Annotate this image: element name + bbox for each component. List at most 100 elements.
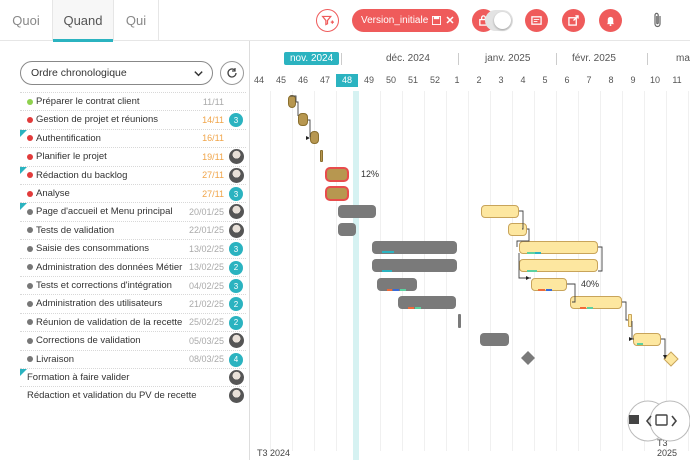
task-row[interactable]: Gestion de projet et réunions 14/11 3 [20, 110, 246, 128]
status-dot-icon [27, 282, 33, 289]
task-name: Préparer le contrat client [36, 96, 140, 107]
task-row[interactable]: Rédaction du backlog 27/11 [20, 165, 246, 184]
assignee-count-badge[interactable]: 3 [229, 242, 243, 257]
filter-icon [321, 15, 334, 26]
task-row[interactable]: Livraison 08/03/25 4 [20, 349, 246, 368]
tab-quand[interactable]: Quand [53, 0, 113, 42]
task-name: Administration des données Métier [36, 261, 183, 273]
map-icon [629, 415, 639, 424]
task-row[interactable]: Saisie des consommations 13/02/25 3 [20, 239, 246, 257]
notifications-button[interactable] [599, 9, 622, 32]
refresh-button[interactable] [220, 61, 244, 85]
top-bar: Quoi Quand Qui Version_initiale [0, 0, 690, 42]
task-row[interactable]: Rédaction et validation du PV de recette [20, 386, 246, 404]
comment-indicator-icon [20, 203, 27, 211]
task-row[interactable]: Page d'accueil et Menu principal 20/01/25 [20, 202, 246, 220]
milestones [521, 351, 679, 367]
task-due-date: 13/02/25 [188, 243, 224, 254]
tab-quoi[interactable]: Quoi [0, 0, 52, 41]
avatar[interactable] [229, 167, 244, 183]
task-due-date: 19/11 [202, 151, 224, 162]
status-dot-icon [27, 98, 33, 105]
dependency-arrows [290, 95, 666, 359]
assignee-count-badge[interactable]: 2 [229, 297, 243, 312]
task-name: Corrections de validation [36, 335, 141, 347]
task-row[interactable]: Préparer le contrat client 11/11 [20, 92, 246, 110]
card-icon [531, 16, 542, 25]
save-icon[interactable] [432, 16, 441, 25]
task-due-date: 22/01/25 [188, 225, 224, 236]
status-dot-icon [27, 172, 33, 179]
comment-indicator-icon [20, 129, 27, 137]
assignee-count-badge[interactable]: 3 [229, 187, 243, 201]
tab-qui[interactable]: Qui [114, 0, 158, 41]
status-dot-icon [27, 245, 33, 252]
task-row[interactable]: Administration des utilisateurs 21/02/25 2 [20, 294, 246, 312]
task-row[interactable]: Tests de validation 22/01/25 [20, 220, 246, 239]
version-label: Version_initiale [361, 15, 429, 26]
task-name: Rédaction et validation du PV de recette [27, 390, 197, 402]
assignee-count-badge[interactable]: 2 [229, 260, 243, 275]
task-due-date: 04/02/25 [188, 280, 224, 291]
gantt-overlay [290, 95, 679, 367]
task-due-date: 16/11 [202, 133, 224, 144]
task-due-date: 25/02/25 [188, 317, 224, 328]
assignee-count-badge[interactable]: 3 [229, 279, 243, 293]
avatar[interactable] [229, 370, 244, 385]
task-row[interactable]: Authentification 16/11 [20, 128, 246, 147]
dependency-arrowheads [306, 136, 667, 359]
app-window: Quoi Quand Qui Version_initiale Ordre ch… [0, 0, 690, 460]
task-due-date: 08/03/25 [188, 354, 224, 365]
export-button[interactable] [562, 9, 585, 32]
lock-toggle[interactable] [485, 10, 513, 31]
task-panel: Ordre chronologique Préparer le contrat … [0, 41, 250, 460]
task-due-date: 11/11 [202, 96, 224, 107]
avatar[interactable] [229, 222, 244, 238]
timeline-nav-control[interactable] [626, 399, 690, 443]
avatar[interactable] [229, 149, 244, 165]
export-icon [568, 15, 579, 26]
version-selector[interactable]: Version_initiale [352, 9, 459, 32]
task-row[interactable]: Tests et corrections d'intégration 04/02/… [20, 276, 246, 294]
task-name: Administration des utilisateurs [36, 298, 163, 310]
filter-button[interactable] [316, 9, 339, 32]
comment-indicator-icon [20, 369, 27, 376]
task-name: Authentification [36, 132, 101, 144]
task-name: Réunion de validation de la recette [36, 316, 183, 328]
bell-icon [606, 16, 615, 26]
avatar[interactable] [229, 204, 244, 220]
task-name: Saisie des consommations [36, 243, 149, 255]
task-due-date: 14/11 [202, 114, 224, 125]
card-view-button[interactable] [525, 9, 548, 32]
order-select-value: Ordre chronologique [31, 67, 127, 79]
quarter-label-left: T3 2024 [257, 448, 291, 458]
task-name: Rédaction du backlog [36, 169, 128, 181]
order-select[interactable]: Ordre chronologique [20, 61, 213, 85]
close-icon[interactable] [446, 16, 454, 24]
status-dot-icon [27, 319, 33, 326]
task-name: Livraison [36, 353, 75, 365]
status-dot-icon [27, 135, 33, 142]
task-row[interactable]: Corrections de validation 05/03/25 [20, 331, 246, 349]
assignee-count-badge[interactable]: 4 [229, 352, 243, 367]
status-dot-icon [27, 300, 33, 307]
task-row[interactable]: Formation à faire valider [20, 368, 246, 386]
avatar[interactable] [229, 388, 244, 404]
assignee-count-badge[interactable]: 3 [229, 113, 243, 128]
gantt-chart: nov. 2024 déc. 2024 janv. 2025 févr. 202… [251, 41, 690, 460]
status-dot-icon [27, 264, 33, 271]
milestone-livraison [663, 351, 679, 367]
avatar[interactable] [229, 333, 244, 349]
task-row[interactable]: Réunion de validation de la recette 25/02… [20, 312, 246, 331]
task-row[interactable]: Analyse 27/11 3 [20, 184, 246, 202]
paperclip-icon[interactable] [652, 12, 664, 28]
assignee-count-badge[interactable]: 2 [229, 315, 243, 330]
status-dot-icon [27, 116, 33, 123]
task-row[interactable]: Administration des données Métier 13/02/2… [20, 257, 246, 276]
task-name: Formation à faire valider [27, 372, 130, 383]
task-row[interactable]: Planifier le projet 19/11 [20, 147, 246, 165]
status-dot-icon [27, 208, 33, 215]
chevron-down-icon [194, 71, 203, 77]
status-dot-icon [27, 190, 33, 197]
task-name: Tests et corrections d'intégration [36, 280, 172, 291]
